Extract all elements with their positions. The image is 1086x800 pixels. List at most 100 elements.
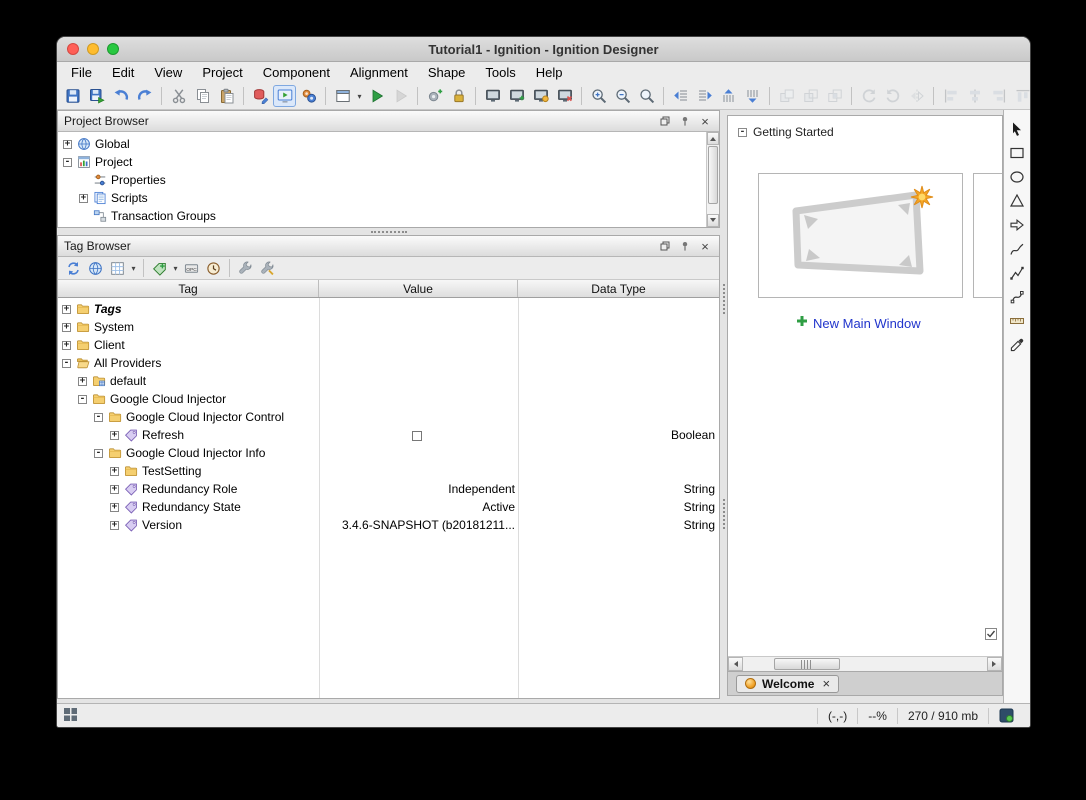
- horizontal-scrollbar[interactable]: [728, 656, 1002, 671]
- close-panel-icon[interactable]: ×: [697, 114, 713, 129]
- scroll-thumb[interactable]: [774, 658, 840, 670]
- tag-name-cell[interactable]: -Google Cloud Injector Control: [58, 410, 319, 425]
- tag-value-checkbox[interactable]: [412, 431, 422, 441]
- tag-name-cell[interactable]: +TestSetting: [58, 464, 319, 479]
- tag-row[interactable]: -All Providers: [58, 354, 719, 372]
- new-main-window-link[interactable]: New Main Window: [796, 314, 921, 332]
- scroll-thumb[interactable]: [708, 146, 718, 204]
- screen-project-icon[interactable]: [481, 85, 504, 107]
- window-template-thumbnail[interactable]: [758, 173, 963, 303]
- save-icon[interactable]: [61, 85, 84, 107]
- tag-name-cell[interactable]: -All Providers: [58, 356, 319, 371]
- pin-panel-icon[interactable]: [677, 239, 693, 254]
- expand-toggle[interactable]: -: [78, 395, 87, 404]
- expand-toggle[interactable]: -: [63, 158, 72, 167]
- translate-right-icon[interactable]: [693, 85, 716, 107]
- column-header-datatype[interactable]: Data Type: [518, 280, 719, 297]
- menu-project[interactable]: Project: [192, 65, 252, 80]
- menu-edit[interactable]: Edit: [102, 65, 144, 80]
- project-browser-header[interactable]: Project Browser ×: [58, 111, 719, 132]
- save-update-icon[interactable]: [85, 85, 108, 107]
- arrow-tool-icon[interactable]: [1007, 214, 1028, 235]
- tag-row[interactable]: -Google Cloud Injector Info: [58, 444, 719, 462]
- zoom-fit-icon[interactable]: [635, 85, 658, 107]
- expand-toggle[interactable]: +: [62, 305, 71, 314]
- pointer-tool-icon[interactable]: [1007, 118, 1028, 139]
- project-tree-row[interactable]: Transaction Groups: [61, 207, 719, 225]
- pin-panel-icon[interactable]: [677, 114, 693, 129]
- tag-name-cell[interactable]: -Google Cloud Injector Info: [58, 446, 319, 461]
- zoom-in-icon[interactable]: [587, 85, 610, 107]
- menu-shape[interactable]: Shape: [418, 65, 476, 80]
- edit-tag-alt-icon[interactable]: [257, 258, 278, 278]
- title-bar[interactable]: Tutorial1 - Ignition - Ignition Designer: [57, 37, 1030, 62]
- tag-name-cell[interactable]: +default: [58, 374, 319, 389]
- expand-toggle[interactable]: -: [62, 359, 71, 368]
- expand-toggle[interactable]: -: [94, 449, 103, 458]
- project-tree-row[interactable]: -Project: [61, 153, 719, 171]
- tag-row[interactable]: +TestSetting: [58, 462, 719, 480]
- translate-left-icon[interactable]: [669, 85, 692, 107]
- polygon-tool-icon[interactable]: [1007, 190, 1028, 211]
- expand-toggle[interactable]: +: [110, 503, 119, 512]
- db-pencil-icon[interactable]: [249, 85, 272, 107]
- nav-back-icon[interactable]: [109, 85, 132, 107]
- show-on-startup-checkbox[interactable]: [985, 627, 997, 645]
- expand-toggle[interactable]: +: [110, 467, 119, 476]
- expand-toggle[interactable]: +: [110, 521, 119, 530]
- menu-help[interactable]: Help: [526, 65, 573, 80]
- tag-name-cell[interactable]: +Redundancy State: [58, 500, 319, 515]
- expand-toggle[interactable]: +: [79, 194, 88, 203]
- screen-x-icon[interactable]: [553, 85, 576, 107]
- tag-row[interactable]: -Google Cloud Injector: [58, 390, 719, 408]
- tag-row[interactable]: +Version3.4.6-SNAPSHOT (b20181211...Stri…: [58, 516, 719, 534]
- column-header-tag[interactable]: Tag: [58, 280, 319, 297]
- new-window-dropdown-icon[interactable]: ▾: [355, 92, 364, 101]
- tag-name-cell[interactable]: +Refresh: [58, 428, 319, 443]
- tag-history-icon[interactable]: [203, 258, 224, 278]
- close-window-button[interactable]: [67, 43, 79, 55]
- eyedropper-tool-icon[interactable]: [1007, 334, 1028, 355]
- menu-tools[interactable]: Tools: [475, 65, 525, 80]
- gear-add-icon[interactable]: [423, 85, 446, 107]
- screen-star-icon[interactable]: [529, 85, 552, 107]
- tag-name-cell[interactable]: +Version: [58, 518, 319, 533]
- rectangle-tool-icon[interactable]: [1007, 142, 1028, 163]
- collapse-section-icon[interactable]: -: [738, 128, 747, 137]
- close-tab-icon[interactable]: ×: [822, 676, 830, 691]
- tag-row[interactable]: -Google Cloud Injector Control: [58, 408, 719, 426]
- panel-splitter-horizontal[interactable]: [57, 228, 720, 235]
- play-preview-icon[interactable]: [365, 85, 388, 107]
- scroll-up-icon[interactable]: [707, 132, 719, 145]
- zoom-window-button[interactable]: [107, 43, 119, 55]
- nav-forward-icon[interactable]: [133, 85, 156, 107]
- menu-view[interactable]: View: [144, 65, 192, 80]
- edit-tag-icon[interactable]: [235, 258, 256, 278]
- panel-splitter-vertical[interactable]: [720, 110, 727, 703]
- project-tree-scrollbar[interactable]: [706, 132, 719, 227]
- polyline-tool-icon[interactable]: [1007, 262, 1028, 283]
- zoom-out-icon[interactable]: [611, 85, 634, 107]
- add-tag-icon[interactable]: [149, 258, 170, 278]
- measure-tool-icon[interactable]: [1007, 310, 1028, 331]
- expand-toggle[interactable]: +: [62, 341, 71, 350]
- expand-toggle[interactable]: -: [94, 413, 103, 422]
- tag-row[interactable]: +Redundancy RoleIndependentString: [58, 480, 719, 498]
- preview-mode-icon[interactable]: [273, 85, 296, 107]
- expand-toggle[interactable]: +: [62, 323, 71, 332]
- translate-down-icon[interactable]: [741, 85, 764, 107]
- menu-file[interactable]: File: [61, 65, 102, 80]
- path-tool-icon[interactable]: [1007, 286, 1028, 307]
- gateway-status-icon[interactable]: [988, 708, 1024, 724]
- tag-name-cell[interactable]: +Client: [58, 338, 319, 353]
- close-panel-icon[interactable]: ×: [697, 239, 713, 254]
- tag-row[interactable]: +System: [58, 318, 719, 336]
- copy-icon[interactable]: [191, 85, 214, 107]
- refresh-icon[interactable]: [63, 258, 84, 278]
- tag-grid-icon[interactable]: [107, 258, 128, 278]
- project-tree-row[interactable]: Properties: [61, 171, 719, 189]
- tag-name-cell[interactable]: -Google Cloud Injector: [58, 392, 319, 407]
- add-tag-dropdown-icon[interactable]: ▾: [171, 264, 180, 273]
- expand-toggle[interactable]: +: [110, 485, 119, 494]
- minimize-window-button[interactable]: [87, 43, 99, 55]
